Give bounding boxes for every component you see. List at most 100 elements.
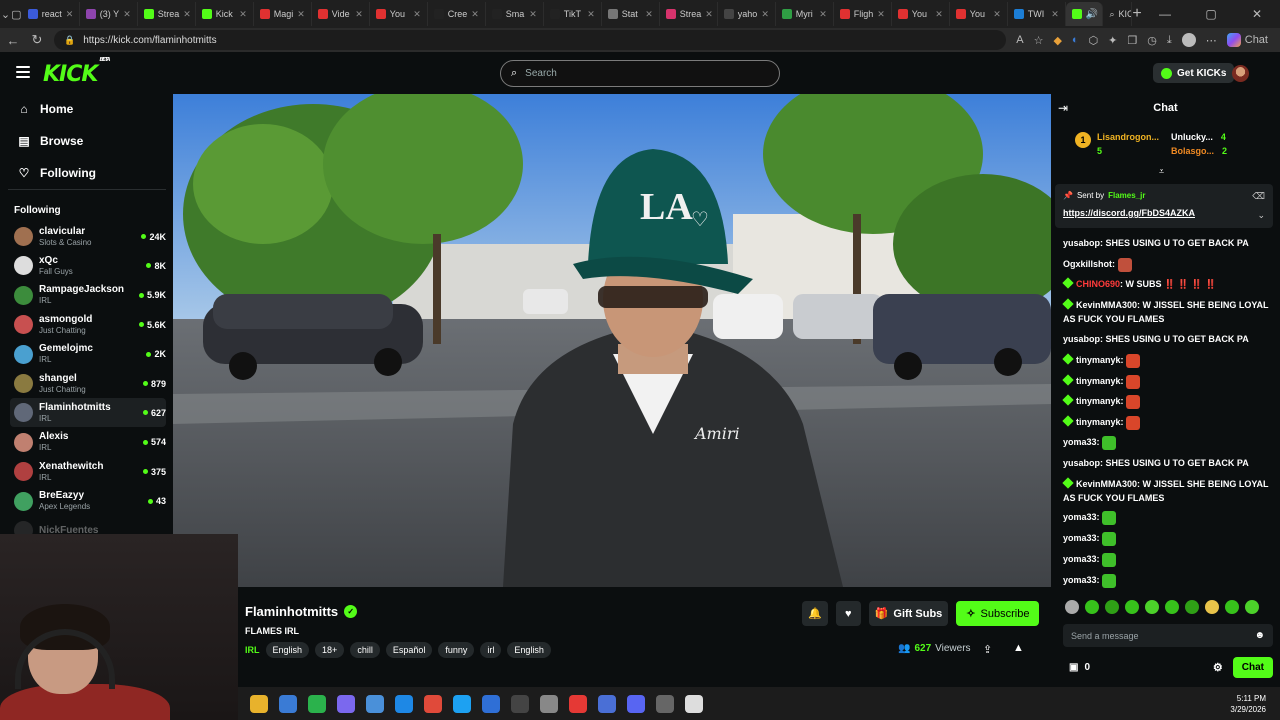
stream-tag[interactable]: 18+ [315, 642, 345, 658]
close-tab-icon[interactable]: ✕ [993, 9, 1001, 20]
stream-tag[interactable]: English [265, 642, 310, 658]
quick-emote-icon[interactable] [1245, 600, 1259, 614]
chat-username[interactable]: yusabop [1063, 458, 1100, 468]
tab-menu-icon[interactable]: ⌄ [0, 0, 11, 28]
chat-username[interactable]: tinymanyk [1076, 355, 1121, 365]
browser-tab[interactable]: You ✕ [892, 2, 950, 26]
send-chat-button[interactable]: Chat [1232, 656, 1273, 678]
quick-emote-icon[interactable] [1065, 600, 1079, 614]
browser-tab[interactable]: Sma ✕ [486, 2, 544, 26]
chat-message-input[interactable]: Send a message ☻ [1063, 624, 1273, 647]
taskbar-app-icon[interactable] [511, 694, 529, 713]
streamer-name[interactable]: Flaminhotmitts ✓ [245, 604, 358, 619]
followed-channel-item[interactable]: xQc Fall Guys 8K [10, 251, 166, 280]
close-tab-icon[interactable]: ✕ [587, 9, 595, 20]
browser-tab[interactable]: Myri ✕ [776, 2, 834, 26]
chat-username[interactable]: tinymanyk [1076, 396, 1121, 406]
close-tab-icon[interactable]: ✕ [413, 9, 421, 20]
chat-username[interactable]: KevinMMA300 [1076, 300, 1137, 310]
close-tab-icon[interactable]: ✕ [529, 9, 537, 20]
url-field[interactable]: 🔒 https://kick.com/flaminhotmitts [54, 30, 1007, 50]
stream-tag[interactable]: Español [385, 642, 433, 658]
chat-username[interactable]: KevinMMA300 [1076, 479, 1137, 489]
minimize-icon[interactable]: — [1142, 7, 1188, 21]
tab-kick[interactable]: ⌕ KICK ✕ [1103, 2, 1132, 26]
browser-tab[interactable]: Kick ✕ [196, 2, 254, 26]
quick-emote-icon[interactable] [1205, 600, 1219, 614]
close-tab-icon[interactable]: ✕ [66, 9, 74, 20]
chat-username[interactable]: tinymanyk [1076, 417, 1121, 427]
kick-logo[interactable]: KICKBETA [43, 57, 111, 87]
close-tab-icon[interactable]: ✕ [819, 9, 827, 20]
favorite-icon[interactable]: ☆ [1034, 34, 1044, 47]
browser-tab[interactable]: Magi ✕ [254, 2, 312, 26]
chat-username[interactable]: CHINO690 [1076, 279, 1120, 289]
chat-username[interactable]: yoma33 [1063, 437, 1097, 447]
emoji-picker-icon[interactable]: ☻ [1254, 630, 1265, 641]
sidebar-item-following[interactable]: ♡ Following [18, 166, 96, 180]
audio-icon[interactable]: 🔊 [1086, 9, 1098, 20]
taskbar-app-icon[interactable] [250, 694, 268, 713]
read-aloud-icon[interactable]: A [1016, 34, 1023, 46]
copilot-button[interactable]: Chat [1226, 33, 1268, 47]
followed-channel-item[interactable]: asmongold Just Chatting 5.6K [10, 310, 166, 339]
browser-tab[interactable]: Fligh ✕ [834, 2, 892, 26]
taskbar-app-icon[interactable] [656, 694, 674, 713]
followed-channel-item[interactable]: Gemelojmc IRL 2K [10, 340, 166, 369]
quick-emote-icon[interactable] [1165, 600, 1179, 614]
quick-emote-icon[interactable] [1145, 600, 1159, 614]
get-kicks-button[interactable]: Get KICKs [1153, 63, 1235, 83]
subscribe-button[interactable]: ✧ Subscribe [956, 601, 1040, 626]
tab-active-stream[interactable]: 🔊 ✕ [1065, 2, 1104, 26]
chat-username[interactable]: yoma33 [1063, 512, 1097, 522]
taskbar-app-icon[interactable] [395, 694, 413, 713]
profile-avatar[interactable] [1181, 33, 1196, 47]
stream-tag[interactable]: chill [350, 642, 380, 658]
taskbar-app-icon[interactable] [569, 694, 587, 713]
maximize-icon[interactable]: ▢ [1188, 7, 1234, 21]
pinned-sender-name[interactable]: Flames_jr [1108, 191, 1145, 200]
close-window-icon[interactable]: ✕ [1234, 7, 1280, 21]
close-tab-icon[interactable]: ✕ [935, 9, 943, 20]
stream-tag[interactable]: irl [480, 642, 502, 658]
close-tab-icon[interactable]: ✕ [645, 9, 653, 20]
leaderboard-entry[interactable]: Unlucky... 4 [1171, 132, 1226, 142]
taskbar-app-icon[interactable] [627, 694, 645, 713]
unpin-icon[interactable]: ⌫ [1252, 191, 1265, 202]
close-tab-icon[interactable]: ✕ [761, 9, 769, 20]
chat-username[interactable]: tinymanyk [1076, 376, 1121, 386]
close-tab-icon[interactable]: ✕ [183, 9, 191, 20]
browser-tab[interactable]: Cree ✕ [428, 2, 486, 26]
gift-subs-button[interactable]: 🎁 Gift Subs [868, 601, 949, 626]
back-icon[interactable]: ← [6, 33, 20, 48]
extension-icon[interactable]: ◆ [1053, 34, 1061, 47]
followed-channel-item[interactable]: BreEazyy Apex Legends 43 [10, 487, 166, 516]
browser-tab[interactable]: react ✕ [22, 2, 80, 26]
search-input[interactable]: ⌕ Search [500, 60, 780, 87]
collections-icon[interactable]: ❐ [1127, 34, 1137, 47]
system-clock[interactable]: 5:11 PM 3/29/2026 [1230, 693, 1266, 715]
quick-emote-icon[interactable] [1105, 600, 1119, 614]
stream-category-link[interactable]: IRL [245, 645, 260, 655]
taskbar-app-icon[interactable] [308, 694, 326, 713]
new-tab-button[interactable]: + [1132, 5, 1142, 23]
followed-channel-item[interactable]: shangel Just Chatting 879 [10, 369, 166, 398]
taskbar-app-icon[interactable] [279, 694, 297, 713]
report-icon[interactable]: ▲ [1013, 642, 1024, 654]
extension-icon[interactable]: ◐ [1072, 34, 1079, 46]
hamburger-menu-icon[interactable] [16, 66, 30, 78]
chat-username[interactable]: yoma33 [1063, 533, 1097, 543]
browser-tab[interactable]: TWI ✕ [1008, 2, 1066, 26]
taskbar-app-icon[interactable] [366, 694, 384, 713]
close-tab-icon[interactable]: ✕ [123, 9, 131, 20]
chat-username[interactable]: Ogxkillshot [1063, 259, 1112, 269]
chat-username[interactable]: yoma33 [1063, 575, 1097, 585]
taskbar-app-icon[interactable] [337, 694, 355, 713]
notification-bell-button[interactable]: 🔔 [802, 601, 828, 626]
browser-tab[interactable]: You ✕ [950, 2, 1008, 26]
followed-channel-item[interactable]: Alexis IRL 574 [10, 428, 166, 457]
browser-tab[interactable]: Stat ✕ [602, 2, 660, 26]
taskbar-app-icon[interactable] [598, 694, 616, 713]
sidebar-item-home[interactable]: ⌂ Home [18, 102, 73, 116]
downloads-icon[interactable]: ⤓ [1167, 34, 1172, 47]
